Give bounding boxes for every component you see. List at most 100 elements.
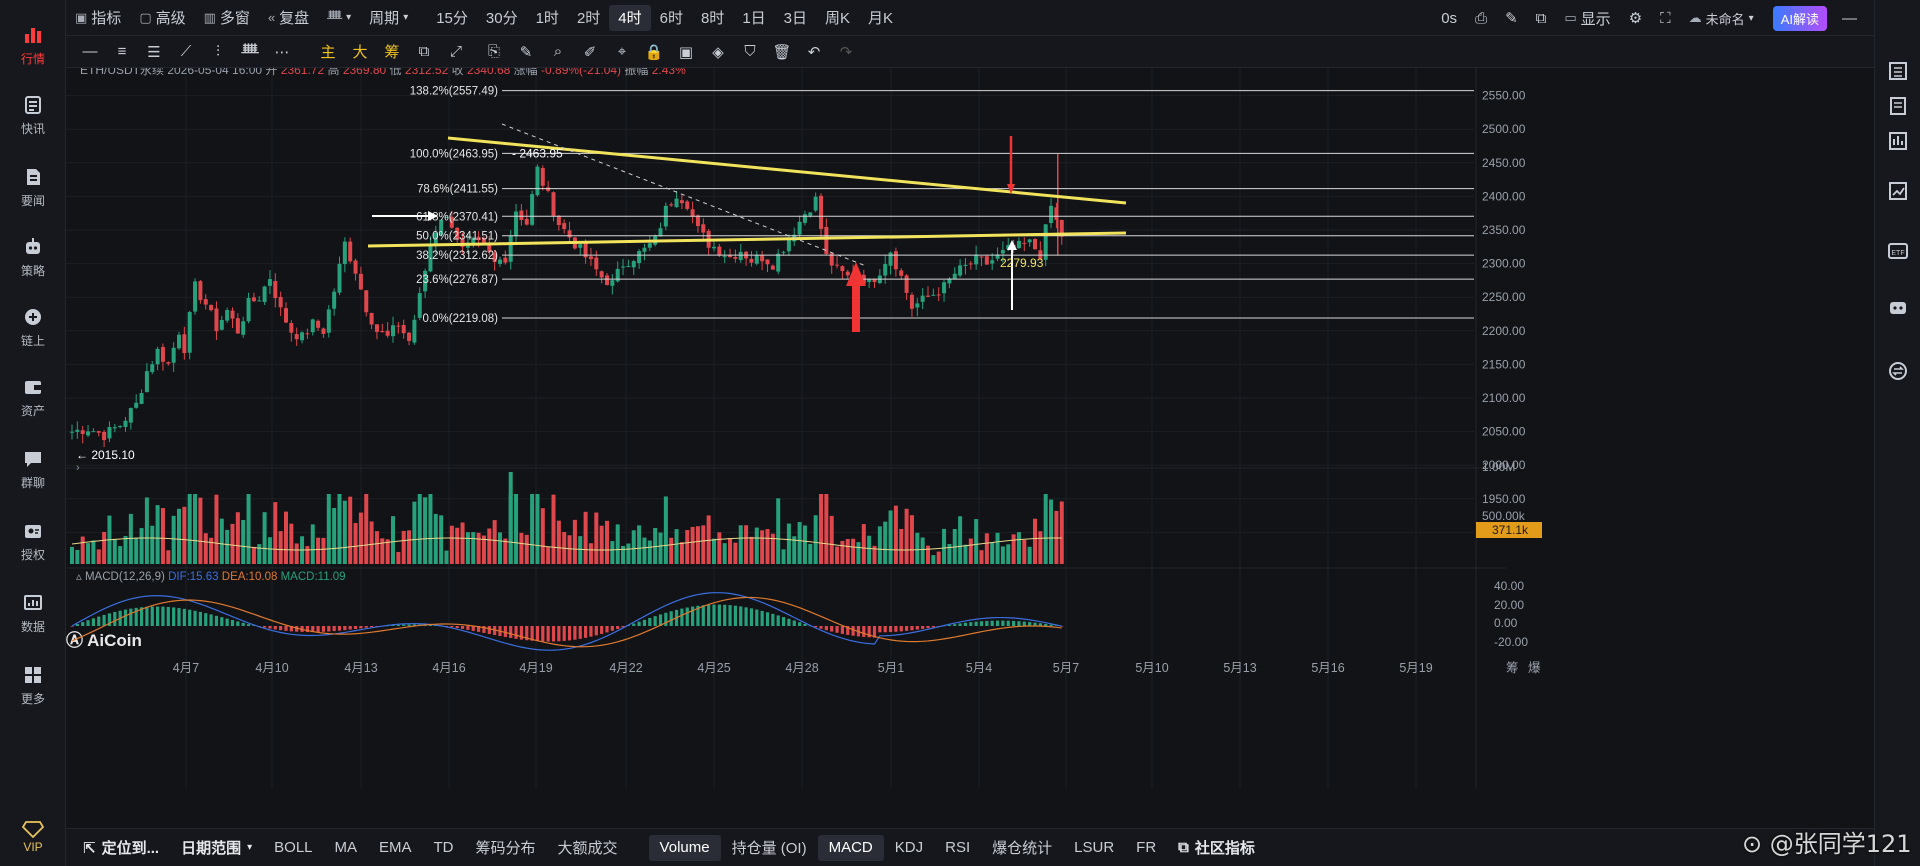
- lock-icon[interactable]: 🔒: [638, 36, 670, 68]
- filter-icon[interactable]: ⛉: [734, 36, 766, 68]
- tool-magnet-icon[interactable]: ⌖: [606, 36, 638, 68]
- date-range-dropdown[interactable]: 日期范围 ▾: [170, 835, 263, 861]
- document-list-icon[interactable]: [1887, 95, 1909, 117]
- nav-item-market[interactable]: 行情: [0, 10, 66, 80]
- candle-body: [1043, 224, 1048, 260]
- interval-30m[interactable]: 30分: [477, 0, 527, 36]
- locate-to-button[interactable]: ⇱ 定位到...: [72, 835, 170, 861]
- interval-1w[interactable]: 周K: [816, 0, 859, 36]
- exchange-icon[interactable]: [1887, 360, 1909, 382]
- tool-big-order[interactable]: 大: [344, 36, 376, 68]
- tool-horizontal-line-icon[interactable]: —: [74, 36, 106, 68]
- tool-fib-icon[interactable]: ⫶: [202, 36, 234, 68]
- candle-body: [107, 427, 112, 439]
- indicator-boll[interactable]: BOLL: [263, 835, 323, 861]
- interval-8h[interactable]: 8时: [692, 0, 733, 36]
- interval-1h[interactable]: 1时: [527, 0, 568, 36]
- tool-template-icon[interactable]: ▣: [670, 36, 702, 68]
- period-dropdown[interactable]: 周期 ▾: [360, 0, 417, 36]
- display-button[interactable]: ▭ 显示: [1555, 0, 1619, 36]
- indicator-td[interactable]: TD: [423, 835, 465, 861]
- nav-item-data[interactable]: 数据: [0, 578, 66, 648]
- nav-item-assets[interactable]: 资产: [0, 362, 66, 432]
- tool-trendline-icon[interactable]: ⟋: [170, 36, 202, 68]
- tool-list-icon[interactable]: ☰: [138, 36, 170, 68]
- indicators-button[interactable]: ▣ 指标: [66, 0, 130, 36]
- pencil-icon[interactable]: ✎: [1496, 0, 1527, 36]
- indicator-macd[interactable]: MACD: [817, 834, 884, 861]
- tool-brush-icon[interactable]: ✎: [510, 36, 542, 68]
- trash-icon[interactable]: 🗑: [766, 36, 798, 68]
- indicator-lsur[interactable]: LSUR: [1063, 835, 1125, 861]
- undo-icon[interactable]: ↶: [798, 36, 830, 68]
- price-tick-label: 2050.00: [1482, 425, 1526, 439]
- nav-item-strategy[interactable]: 策略: [0, 222, 66, 292]
- ai-interpret-button[interactable]: AI解读: [1772, 5, 1827, 31]
- tool-marker-icon[interactable]: ✐: [574, 36, 606, 68]
- advanced-button[interactable]: ▢ 高级: [130, 0, 194, 36]
- tool-layers-icon[interactable]: ◈: [702, 36, 734, 68]
- community-indicators-button[interactable]: ⧉ 社区指标: [1167, 835, 1266, 861]
- nav-item-headlines[interactable]: 要闻: [0, 152, 66, 222]
- indicator-large-trades[interactable]: 大额成交: [547, 835, 629, 861]
- replay-button[interactable]: «复盘: [259, 0, 318, 36]
- interval-1M[interactable]: 月K: [859, 0, 902, 36]
- nav-item-flash[interactable]: 快讯: [0, 80, 66, 150]
- tool-copy-icon[interactable]: ⎘: [478, 36, 510, 68]
- indicator-ema[interactable]: EMA: [368, 835, 423, 861]
- camera-icon[interactable]: ⎙: [1466, 0, 1496, 36]
- interval-6h[interactable]: 6时: [651, 0, 692, 36]
- tool-main-force[interactable]: 主: [312, 36, 344, 68]
- orderbook-icon[interactable]: [1887, 60, 1909, 82]
- interval-3d[interactable]: 3日: [775, 0, 816, 36]
- macd-histogram-bar: [953, 624, 957, 626]
- settings-icon[interactable]: ⚙: [1620, 0, 1651, 36]
- fullscreen-icon[interactable]: ⛶: [1651, 0, 1680, 36]
- nav-item-more[interactable]: 更多: [0, 650, 66, 720]
- candle-body: [770, 265, 775, 270]
- layout-dropdown[interactable]: ☁ 未命名 ▾: [1680, 0, 1763, 36]
- interval-2h[interactable]: 2时: [568, 0, 609, 36]
- multi-window-button[interactable]: ▥ 多窗: [195, 0, 259, 36]
- indicator-open-interest[interactable]: 持仓量 (OI): [721, 835, 818, 861]
- tool-more-icon[interactable]: ⋯: [266, 36, 298, 68]
- chart-stats-icon[interactable]: [1887, 180, 1909, 202]
- nav-item-onchain[interactable]: 链上: [0, 292, 66, 362]
- tool-channel-icon[interactable]: ≡: [106, 36, 138, 68]
- interval-4h[interactable]: 4时: [609, 4, 651, 31]
- redo-icon[interactable]: ↷: [830, 36, 862, 68]
- interval-15m[interactable]: 15分: [427, 0, 477, 36]
- chart-area[interactable]: 161.8%(2603.25)138.2%(2557.49)100.0%(246…: [66, 68, 1874, 828]
- volume-bar: [685, 530, 690, 564]
- robot-icon: [26, 237, 40, 254]
- etf-icon[interactable]: ETF: [1887, 240, 1909, 262]
- positions-icon[interactable]: [1887, 130, 1909, 152]
- indicator-chip-distribution[interactable]: 筹码分布: [465, 835, 547, 861]
- nav-item-chat[interactable]: 群聊: [0, 434, 66, 504]
- indicator-rsi[interactable]: RSI: [934, 835, 981, 861]
- interval-1d[interactable]: 1日: [733, 0, 774, 36]
- popout-icon[interactable]: ⧉: [1527, 0, 1556, 36]
- tool-measure-icon[interactable]: ⤢: [440, 36, 472, 68]
- vip-button[interactable]: VIP: [0, 808, 66, 866]
- tool-compare-icon[interactable]: ⧉: [408, 36, 440, 68]
- tool-zoom-icon[interactable]: ⌕: [542, 36, 574, 68]
- tool-chips[interactable]: 筹: [376, 36, 408, 68]
- indicator-kdj[interactable]: KDJ: [884, 835, 934, 861]
- indicator-ma[interactable]: MA: [324, 835, 369, 861]
- volume-bar: [915, 532, 920, 564]
- minimize-icon[interactable]: —: [1833, 0, 1866, 36]
- nav-item-authorize[interactable]: 授权: [0, 506, 66, 576]
- macd-histogram-bar: [343, 626, 347, 631]
- indicator-volume[interactable]: Volume: [648, 834, 721, 861]
- volume-bar: [856, 542, 861, 564]
- robot-assistant-icon[interactable]: [1887, 296, 1909, 318]
- macd-histogram-bar: [776, 615, 780, 626]
- tool-pattern-icon[interactable]: ᚙ: [234, 36, 266, 68]
- chart-type-dropdown[interactable]: ᚙ ▾: [318, 0, 360, 36]
- indicator-liquidation[interactable]: 爆仓统计: [981, 835, 1063, 861]
- candle-body: [198, 281, 203, 301]
- chart-svg[interactable]: 161.8%(2603.25)138.2%(2557.49)100.0%(246…: [66, 68, 1874, 828]
- macd-histogram-bar: [268, 626, 272, 629]
- indicator-fr[interactable]: FR: [1125, 835, 1167, 861]
